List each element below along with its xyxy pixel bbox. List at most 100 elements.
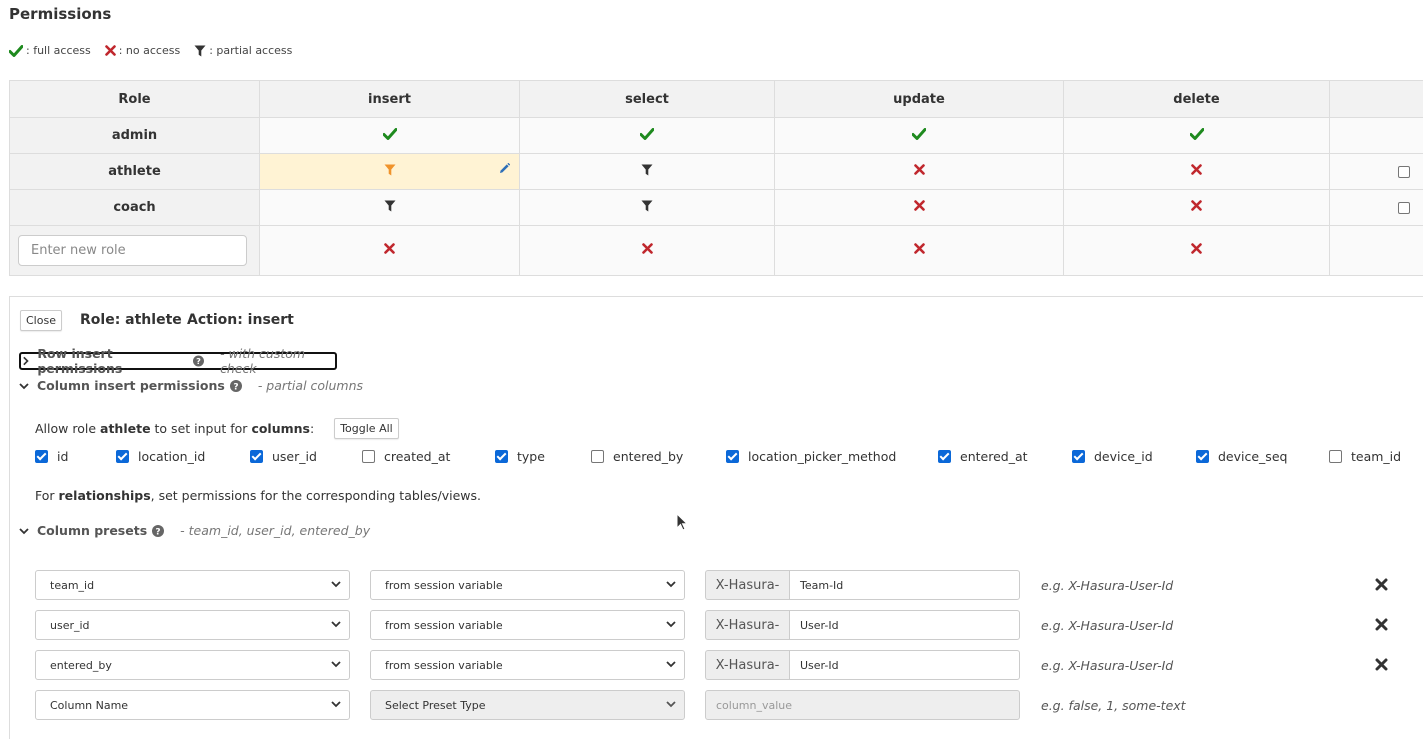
header-insert: insert [259,80,520,118]
header-extra [1329,80,1423,118]
checkbox[interactable] [726,450,739,463]
row-permissions-toggle[interactable]: Row insert permissions ? - with custom c… [19,346,337,376]
role-name: coach [9,189,260,226]
preset-column-select[interactable]: user_id [35,610,350,640]
select-value: Column Name [50,698,129,712]
column-presets-subtitle: - team_id, user_id, entered_by [180,523,371,538]
close-icon[interactable] [1375,578,1388,591]
preset-column-select[interactable]: entered_by [35,650,350,680]
checkbox[interactable] [35,450,48,463]
close-button[interactable]: Close [20,310,62,331]
checkbox[interactable] [1196,450,1209,463]
preset-type-select[interactable]: from session variable [370,650,685,680]
column-checkbox-created-at[interactable]: created_at [362,449,450,464]
help-icon: ? [193,355,205,367]
cell-admin-delete[interactable] [1063,117,1330,154]
checkbox[interactable] [116,450,129,463]
session-prefix-addon: X-Hasura- [705,650,789,680]
column-checkbox-entered-by[interactable]: entered_by [591,449,683,464]
column-label: id [57,449,69,464]
preset-example: e.g. X-Hasura-User-Id [1041,578,1174,593]
cell-athlete-delete[interactable] [1063,153,1330,190]
checkbox[interactable] [1072,450,1085,463]
cell-coach-select[interactable] [519,189,775,226]
select-value: from session variable [385,578,503,592]
allow-prefix: Allow role [35,421,97,436]
row-select-checkbox[interactable] [1397,166,1410,178]
cell-new-delete[interactable] [1063,225,1330,276]
table-row: athlete [9,153,1423,190]
new-preset-column-select[interactable]: Column Name [35,690,350,720]
checkbox[interactable] [362,450,375,463]
allow-middle: to set input for [154,421,248,436]
cell-coach-insert[interactable] [259,189,520,226]
preset-type-select[interactable]: from session variable [370,610,685,640]
cell-new-update[interactable] [774,225,1064,276]
preset-example: e.g. X-Hasura-User-Id [1041,658,1174,673]
header-update: update [774,80,1064,118]
checkbox[interactable] [938,450,951,463]
help-icon: ? [152,524,165,537]
check-icon [911,127,927,140]
filter-icon [194,45,206,56]
cell-athlete-select[interactable] [519,153,775,190]
allow-columns-line: Allow role athlete to set input for colu… [35,418,399,439]
permissions-table: Role insert select update delete admin a… [9,80,1423,276]
help-icon: ? [229,379,242,392]
preset-value-input[interactable]: Team-Id [789,570,1020,600]
column-checkbox-user-id[interactable]: user_id [250,449,317,464]
column-checkbox-location-picker-method[interactable]: location_picker_method [726,449,896,464]
cell-admin-select[interactable] [519,117,775,154]
checkbox[interactable] [250,450,263,463]
new-role-input[interactable] [18,235,247,266]
cell-admin-update[interactable] [774,117,1064,154]
check-icon [639,127,655,140]
cell-admin-insert[interactable] [259,117,520,154]
row-permissions-subtitle: - with custom check [220,346,306,376]
table-row: coach [9,189,1423,226]
permission-edit-panel: Close Role: athlete Action: insert Row i… [9,296,1423,739]
new-preset-type-select[interactable]: Select Preset Type [370,690,685,720]
column-label: location_picker_method [748,449,897,464]
column-checkbox-entered-at[interactable]: entered_at [938,449,1028,464]
preset-column-select[interactable]: team_id [35,570,350,600]
checkbox[interactable] [591,450,604,463]
cell-athlete-insert[interactable] [259,153,520,190]
column-checkbox-location-id[interactable]: location_id [116,449,205,464]
column-checkbox-type[interactable]: type [495,449,545,464]
cell-coach-update[interactable] [774,189,1064,226]
row-select-checkbox[interactable] [1397,202,1410,214]
check-icon [1189,127,1204,140]
column-permissions-toggle[interactable]: Column insert permissions ? - partial co… [19,378,363,393]
checkbox[interactable] [1329,450,1342,463]
pencil-icon[interactable] [499,163,510,174]
select-value: from session variable [385,618,503,632]
session-prefix-addon: X-Hasura- [705,570,789,600]
close-icon[interactable] [1375,658,1388,671]
column-label: entered_by [613,449,684,464]
chevron-down-icon [331,621,341,628]
legend-full-label: : full access [26,44,91,57]
cell-new-select[interactable] [519,225,775,276]
preset-type-select[interactable]: from session variable [370,570,685,600]
column-label: user_id [272,449,317,464]
toggle-all-button[interactable]: Toggle All [334,418,399,439]
column-presets-toggle[interactable]: Column presets ? - team_id, user_id, ent… [19,523,370,538]
cell-athlete-update[interactable] [774,153,1064,190]
select-value: user_id [50,618,90,632]
cell-coach-delete[interactable] [1063,189,1330,226]
column-checkbox-id[interactable]: id [35,449,68,464]
allow-role: athlete [100,421,151,436]
column-checkbox-device-id[interactable]: device_id [1072,449,1153,464]
close-icon[interactable] [1375,618,1388,631]
preset-value-input[interactable]: User-Id [789,650,1020,680]
check-icon [382,127,397,140]
cell-new-insert[interactable] [259,225,520,276]
new-preset-value-input[interactable]: column_value [705,690,1020,720]
column-label: type [517,449,545,464]
preset-value-input[interactable]: User-Id [789,610,1020,640]
column-checkbox-device-seq[interactable]: device_seq [1196,449,1287,464]
svg-text:?: ? [233,382,238,392]
column-checkbox-team-id[interactable]: team_id [1329,449,1401,464]
checkbox[interactable] [495,450,508,463]
